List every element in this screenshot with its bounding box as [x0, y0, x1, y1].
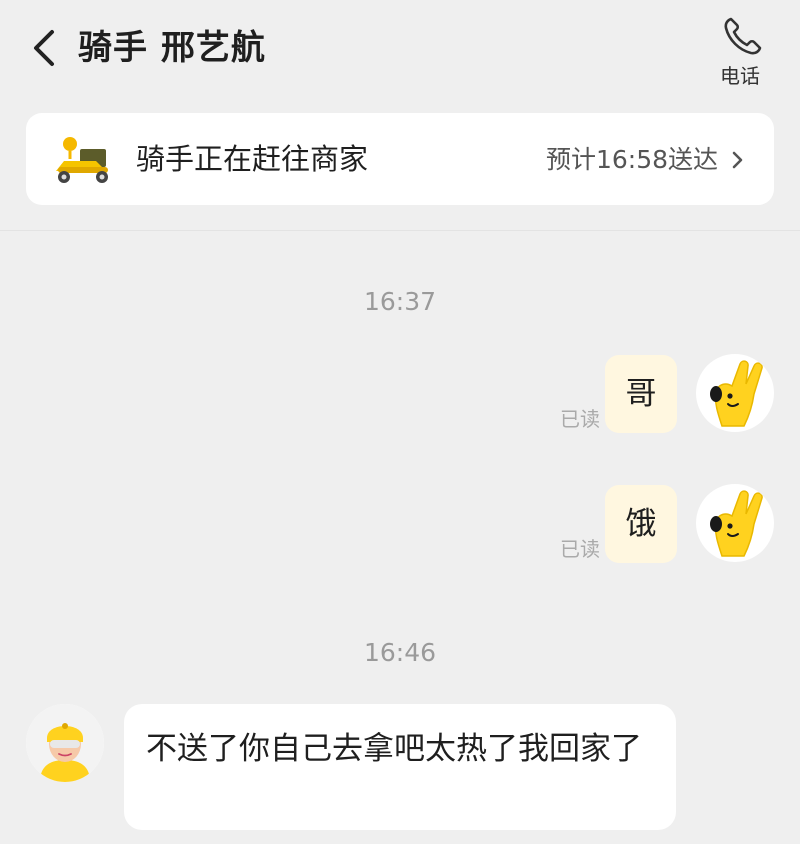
yellow-hand-avatar-icon: [710, 360, 763, 427]
divider: [0, 230, 800, 231]
phone-icon: [724, 17, 762, 55]
chat-header: 骑手 邢艺航 电话: [0, 0, 800, 100]
delivery-status-text: 骑手正在赶往商家: [136, 142, 369, 176]
chevron-right-icon: [732, 151, 743, 169]
chat-timestamp: 16:37: [363, 287, 437, 316]
read-receipt: 已读: [560, 407, 600, 431]
my-avatar[interactable]: [696, 484, 774, 562]
outgoing-message-bubble[interactable]: 饿: [605, 485, 677, 563]
back-button[interactable]: [28, 28, 64, 68]
chevron-left-icon: [34, 30, 54, 66]
page-title: 骑手 邢艺航: [78, 28, 266, 68]
rider-avatar[interactable]: [26, 704, 104, 782]
yellow-hand-avatar-icon: [710, 490, 763, 557]
phone-label: 电话: [720, 64, 760, 88]
rider-avatar-icon: [26, 704, 104, 782]
call-button[interactable]: 电话: [716, 10, 776, 92]
chat-timestamp: 16:46: [363, 638, 437, 667]
read-receipt: 已读: [560, 537, 600, 561]
my-avatar[interactable]: [696, 354, 774, 432]
eta-text: 预计16:58送达: [545, 145, 718, 174]
delivery-status-card[interactable]: 骑手正在赶往商家 预计16:58送达: [26, 113, 774, 205]
rider-scooter-icon: [56, 137, 108, 183]
incoming-message-bubble[interactable]: 不送了你自己去拿吧太热了我回家了: [124, 704, 676, 830]
outgoing-message-bubble[interactable]: 哥: [605, 355, 677, 433]
